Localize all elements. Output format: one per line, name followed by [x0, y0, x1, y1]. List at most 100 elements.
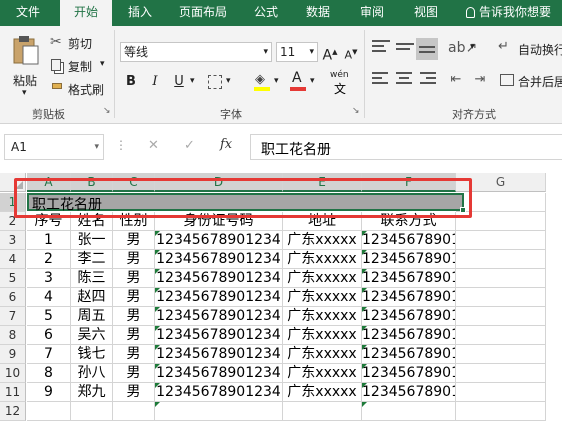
data-cell[interactable]: 郑九 [71, 383, 113, 402]
cell[interactable] [456, 231, 546, 250]
data-cell[interactable]: 男 [113, 345, 155, 364]
data-cell[interactable]: 12345678901 [362, 250, 456, 269]
shrink-font-button[interactable]: A▼ [343, 42, 359, 66]
chevron-down-icon[interactable]: ▾ [310, 76, 315, 86]
borders-icon[interactable] [208, 75, 222, 89]
data-cell[interactable]: 张一 [71, 231, 113, 250]
cell[interactable] [155, 402, 283, 421]
data-cell[interactable]: 1 [27, 231, 71, 250]
data-cell[interactable]: 钱七 [71, 345, 113, 364]
row-header-9[interactable]: 9 [0, 345, 26, 364]
data-cell[interactable]: 12345678901 [362, 326, 456, 345]
align-middle-icon[interactable] [396, 40, 414, 56]
merge-center-button[interactable]: 合并后居 [498, 70, 562, 92]
data-cell[interactable]: 6 [27, 326, 71, 345]
tab-formulas[interactable]: 公式 [244, 0, 288, 26]
data-cell[interactable]: 男 [113, 326, 155, 345]
data-cell[interactable]: 12345678901234 [155, 326, 283, 345]
data-cell[interactable]: 广东xxxxx [283, 307, 362, 326]
data-cell[interactable]: 12345678901 [362, 364, 456, 383]
cell[interactable] [27, 402, 71, 421]
tab-insert[interactable]: 插入 [118, 0, 162, 26]
chevron-down-icon[interactable]: ▾ [226, 76, 231, 86]
cell[interactable] [456, 250, 546, 269]
paste-button[interactable]: 粘贴 ▾ [8, 32, 44, 102]
data-cell[interactable]: 男 [113, 288, 155, 307]
data-cell[interactable]: 男 [113, 383, 155, 402]
cancel-icon[interactable]: ✕ [148, 138, 159, 153]
data-cell[interactable]: 周五 [71, 307, 113, 326]
row-header-3[interactable]: 3 [0, 231, 26, 250]
orientation-icon[interactable]: ab↗ [448, 38, 477, 58]
row-header-8[interactable]: 8 [0, 326, 26, 345]
chevron-down-icon[interactable]: ▾ [470, 42, 475, 52]
tab-data[interactable]: 数据 [296, 0, 340, 26]
data-cell[interactable]: 12345678901 [362, 288, 456, 307]
tab-home[interactable]: 开始 [60, 0, 112, 26]
data-cell[interactable]: 广东xxxxx [283, 345, 362, 364]
dialog-launcher-icon[interactable]: ↘ [352, 106, 360, 116]
row-header-10[interactable]: 10 [0, 364, 26, 383]
align-center-icon[interactable] [396, 72, 412, 88]
data-cell[interactable]: 2 [27, 250, 71, 269]
decrease-indent-icon[interactable]: ⇤ [446, 70, 466, 90]
data-cell[interactable]: 广东xxxxx [283, 288, 362, 307]
data-cell[interactable]: 广东xxxxx [283, 326, 362, 345]
font-color-button[interactable]: A [288, 70, 308, 92]
underline-button[interactable]: U [170, 72, 188, 92]
tab-page-layout[interactable]: 页面布局 [170, 0, 236, 26]
cell[interactable] [71, 402, 113, 421]
formula-input[interactable]: 职工花名册 [250, 134, 562, 160]
tab-review[interactable]: 审阅 [350, 0, 394, 26]
data-cell[interactable]: 吴六 [71, 326, 113, 345]
cell[interactable] [456, 307, 546, 326]
row-header-12[interactable]: 12 [0, 402, 26, 421]
chevron-down-icon[interactable]: ▾ [274, 76, 279, 86]
data-cell[interactable]: 12345678901234 [155, 269, 283, 288]
cell[interactable] [456, 402, 546, 421]
cell[interactable] [456, 345, 546, 364]
cell[interactable] [456, 269, 546, 288]
data-cell[interactable]: 12345678901 [362, 307, 456, 326]
align-bottom-icon[interactable] [416, 38, 438, 60]
cell[interactable] [283, 402, 362, 421]
align-top-icon[interactable] [372, 40, 390, 56]
data-cell[interactable]: 7 [27, 345, 71, 364]
fill-color-button[interactable]: ◈ [252, 70, 272, 92]
data-cell[interactable]: 9 [27, 383, 71, 402]
tell-me-box[interactable]: 告诉我你想要做 [466, 0, 562, 43]
cell[interactable] [456, 364, 546, 383]
tab-file[interactable]: 文件 [4, 0, 52, 26]
name-box[interactable]: A1 ▾ [4, 134, 104, 160]
data-cell[interactable]: 12345678901234 [155, 364, 283, 383]
data-cell[interactable]: 男 [113, 250, 155, 269]
cell[interactable] [113, 402, 155, 421]
dialog-launcher-icon[interactable]: ↘ [103, 106, 111, 116]
data-cell[interactable]: 男 [113, 269, 155, 288]
wrap-text-button[interactable]: ↵ 自动换行 [498, 38, 562, 60]
data-cell[interactable]: 李二 [71, 250, 113, 269]
data-cell[interactable]: 男 [113, 307, 155, 326]
data-cell[interactable]: 男 [113, 364, 155, 383]
chevron-down-icon[interactable]: ▾ [190, 76, 195, 86]
copy-button[interactable]: 复制 ▾ [50, 57, 110, 75]
data-cell[interactable]: 孙八 [71, 364, 113, 383]
cell[interactable] [456, 288, 546, 307]
font-name-select[interactable]: 等线 ▾ [120, 42, 272, 62]
cell[interactable] [456, 383, 546, 402]
data-cell[interactable]: 12345678901234 [155, 383, 283, 402]
align-left-icon[interactable] [372, 72, 388, 88]
row-header-5[interactable]: 5 [0, 269, 26, 288]
cut-button[interactable]: ✂ 剪切 [50, 34, 98, 52]
tab-view[interactable]: 视图 [404, 0, 448, 26]
data-cell[interactable]: 12345678901234 [155, 288, 283, 307]
data-cell[interactable]: 广东xxxxx [283, 231, 362, 250]
row-header-4[interactable]: 4 [0, 250, 26, 269]
italic-button[interactable]: I [146, 72, 164, 92]
row-header-6[interactable]: 6 [0, 288, 26, 307]
data-cell[interactable]: 12345678901234 [155, 345, 283, 364]
data-cell[interactable]: 12345678901234 [155, 307, 283, 326]
grow-font-button[interactable]: A▲ [322, 42, 338, 66]
data-cell[interactable]: 12345678901 [362, 231, 456, 250]
data-cell[interactable]: 陈三 [71, 269, 113, 288]
